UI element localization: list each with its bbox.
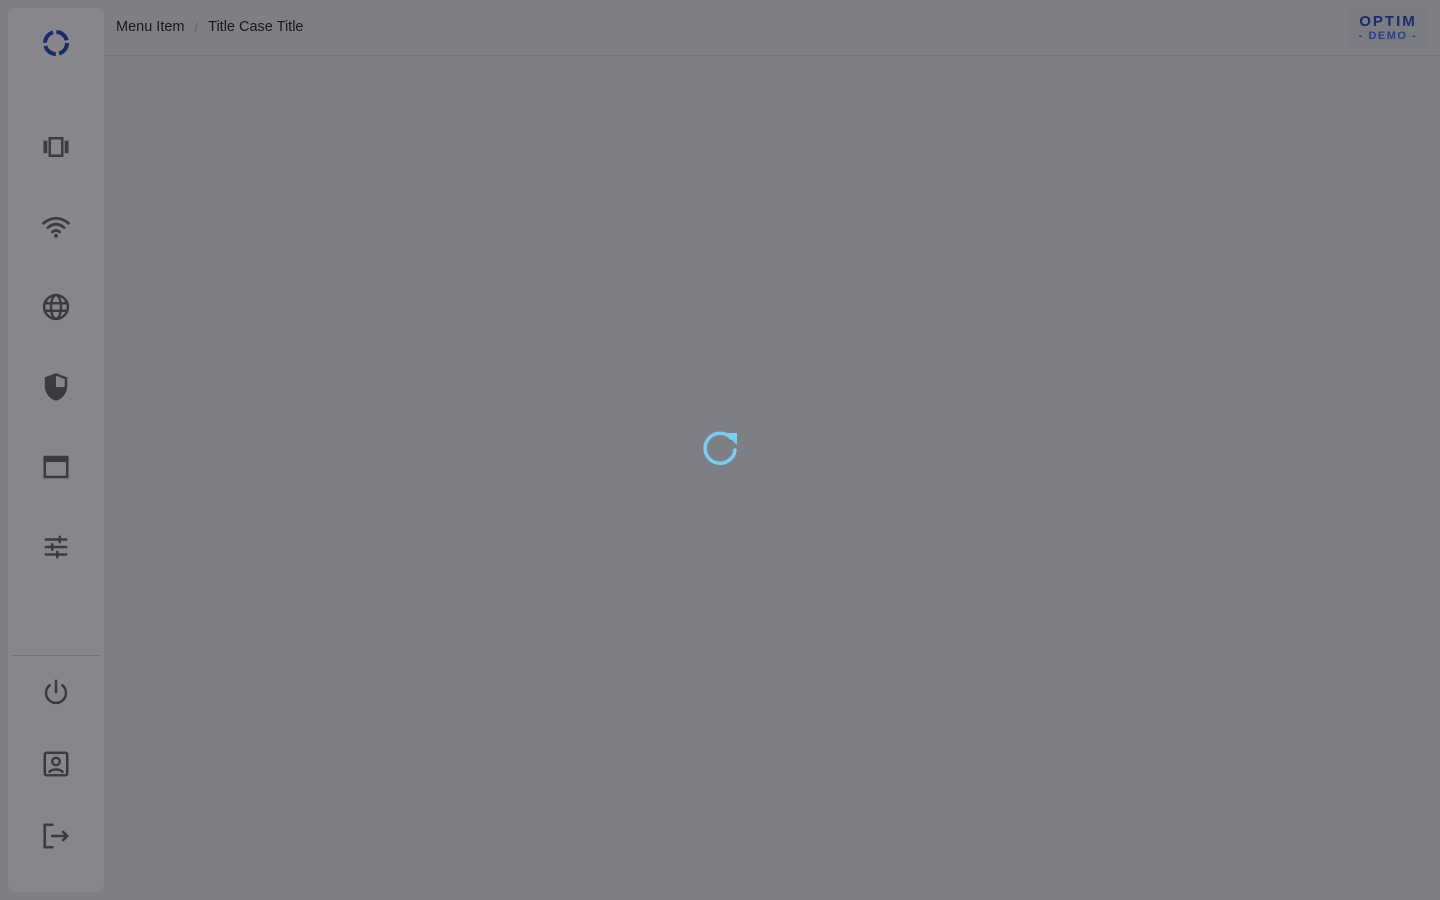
account-box-icon xyxy=(43,751,69,777)
nav-item-window[interactable] xyxy=(32,443,80,491)
wifi-icon xyxy=(42,216,70,238)
sliders-icon xyxy=(44,535,68,559)
sidebar xyxy=(8,8,104,892)
loading-spinner xyxy=(698,428,742,472)
power-icon xyxy=(44,679,68,705)
nav-item-globe[interactable] xyxy=(32,283,80,331)
nav-item-wifi[interactable] xyxy=(32,203,80,251)
ring-logo-icon[interactable] xyxy=(37,24,75,62)
breadcrumb-parent[interactable]: Menu Item xyxy=(116,19,185,35)
nav-item-account[interactable] xyxy=(32,740,80,788)
brand-logo: OPTIM - DEMO - xyxy=(1348,8,1428,48)
breadcrumb-separator: / xyxy=(194,19,199,35)
globe-icon xyxy=(42,293,70,321)
carousel-icon xyxy=(43,137,69,157)
nav-item-power[interactable] xyxy=(32,668,80,716)
refresh-spinner-icon xyxy=(703,431,737,466)
window-icon xyxy=(43,455,69,479)
brand-title: OPTIM xyxy=(1359,12,1417,30)
nav-item-logout[interactable] xyxy=(32,812,80,860)
nav-item-settings[interactable] xyxy=(32,523,80,571)
sidebar-divider xyxy=(12,655,100,656)
nav-item-security[interactable] xyxy=(32,363,80,411)
breadcrumb: Menu Item / Title Case Title xyxy=(116,19,303,35)
nav-item-carousel[interactable] xyxy=(32,123,80,171)
logout-icon xyxy=(43,823,70,849)
shield-icon xyxy=(44,373,68,401)
breadcrumb-current: Title Case Title xyxy=(208,19,304,35)
top-bar: Menu Item / Title Case Title OPTIM - DEM… xyxy=(104,0,1440,56)
brand-subtitle: - DEMO - xyxy=(1358,29,1418,42)
